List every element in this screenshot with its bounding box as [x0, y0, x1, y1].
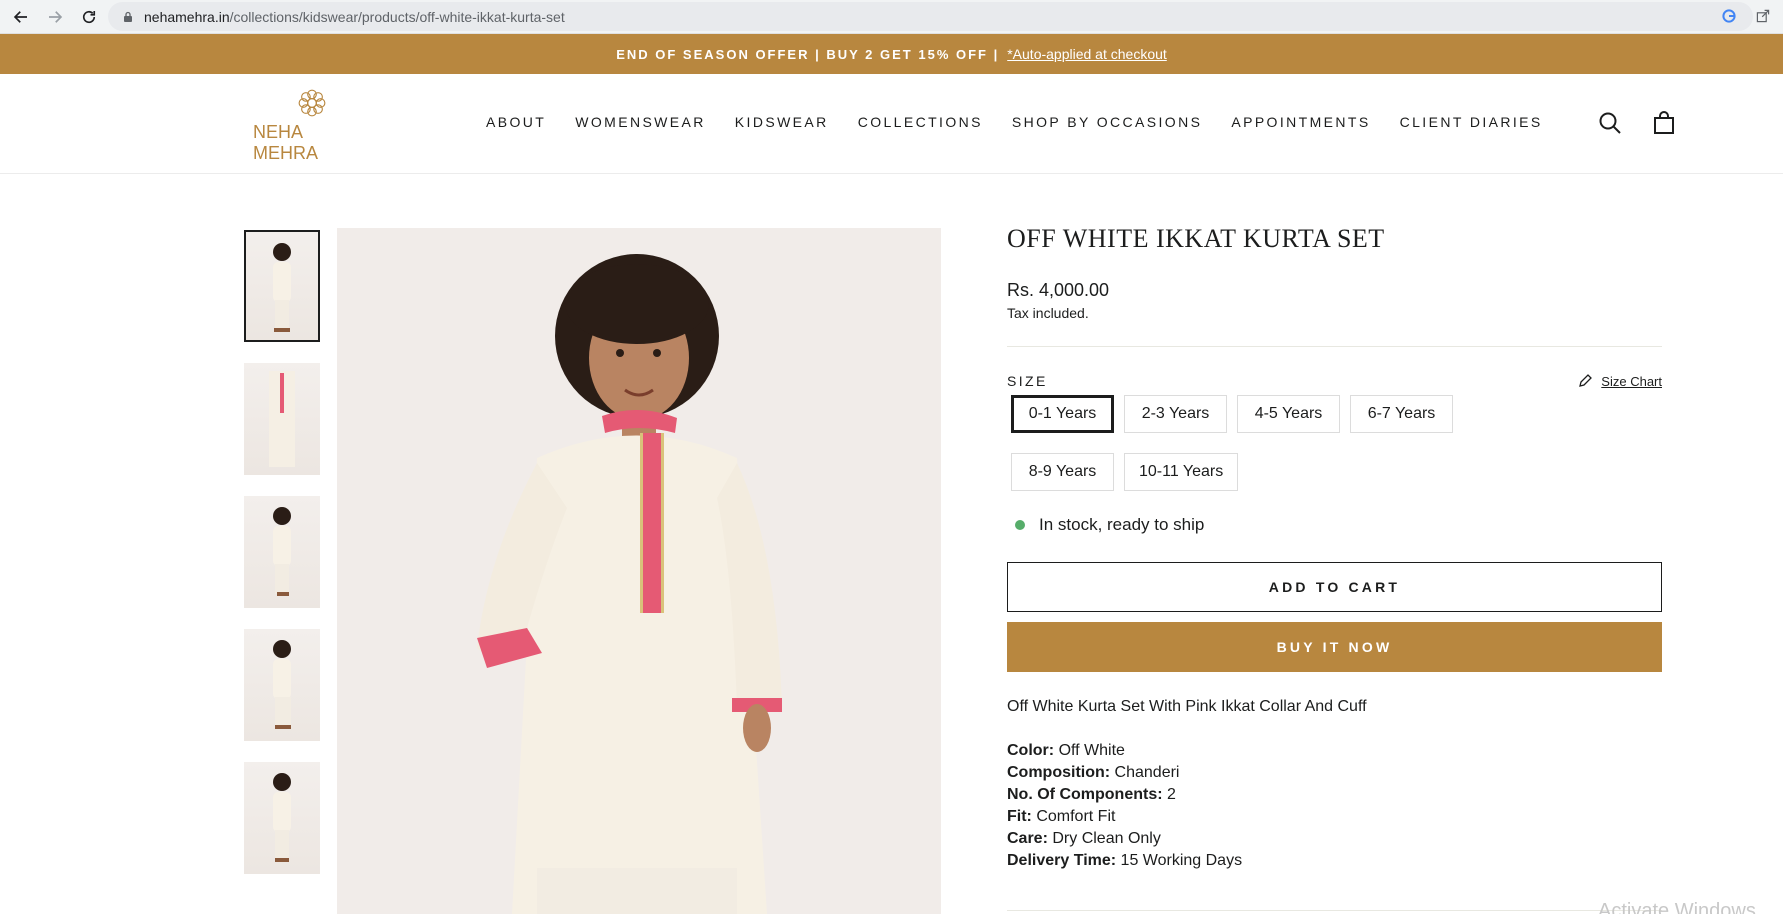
spec-label: Color: — [1007, 742, 1055, 759]
nav-womenswear[interactable]: WOMENSWEAR — [575, 114, 706, 130]
size-option-4-5[interactable]: 4-5 Years — [1237, 395, 1340, 433]
windows-watermark: Activate Windows — [1598, 900, 1756, 914]
nav-about[interactable]: ABOUT — [486, 114, 546, 130]
announcement-bar: END OF SEASON OFFER | BUY 2 GET 15% OFF … — [0, 34, 1783, 74]
thumbnail-5[interactable] — [244, 762, 320, 874]
product-description: Off White Kurta Set With Pink Ikkat Coll… — [1007, 698, 1367, 715]
stock-text: In stock, ready to ship — [1039, 515, 1205, 534]
cart-bag-icon[interactable] — [1652, 111, 1676, 135]
forward-icon[interactable] — [42, 4, 68, 30]
size-option-10-11[interactable]: 10-11 Years — [1124, 453, 1239, 491]
spec-label: Composition: — [1007, 764, 1111, 781]
url-text: nehamehra.in/collections/kidswear/produc… — [144, 9, 565, 25]
spec-row: Care: Dry Clean Only — [1007, 828, 1662, 850]
spec-value: Off White — [1058, 742, 1125, 759]
size-option-6-7[interactable]: 6-7 Years — [1350, 395, 1453, 433]
search-icon[interactable] — [1598, 111, 1622, 135]
nav-kidswear[interactable]: KIDSWEAR — [735, 114, 829, 130]
spec-row: Delivery Time: 15 Working Days — [1007, 850, 1662, 872]
google-icon[interactable] — [1719, 6, 1739, 26]
size-option-2-3[interactable]: 2-3 Years — [1124, 395, 1227, 433]
product-thumbnail-image — [273, 507, 291, 596]
product-info: OFF WHITE IKKAT KURTA SET Rs. 4,000.00 T… — [1007, 224, 1662, 872]
brand-logo[interactable]: NEHA MEHRA — [253, 88, 371, 164]
size-chart-label: Size Chart — [1601, 373, 1662, 389]
share-icon[interactable] — [1753, 6, 1773, 26]
product-thumbnail-image — [273, 243, 291, 332]
size-option-0-1[interactable]: 0-1 Years — [1011, 395, 1114, 433]
thumbnail-1[interactable] — [244, 230, 320, 342]
main-nav: ABOUT WOMENSWEAR KIDSWEAR COLLECTIONS SH… — [486, 114, 1572, 130]
stock-status: In stock, ready to ship — [1007, 515, 1662, 535]
product-thumbnail-image — [269, 371, 295, 467]
thumbnail-2[interactable] — [244, 363, 320, 475]
size-chart-link[interactable]: Size Chart — [1577, 373, 1662, 389]
spec-row: Color: Off White — [1007, 740, 1662, 762]
spec-row: Fit: Comfort Fit — [1007, 806, 1662, 828]
site-header: NEHA MEHRA ABOUT WOMENSWEAR KIDSWEAR COL… — [0, 74, 1783, 174]
address-bar[interactable]: nehamehra.in/collections/kidswear/produc… — [108, 2, 1753, 31]
lotus-logo-icon — [298, 89, 326, 117]
thumbnail-gallery — [244, 230, 320, 895]
url-domain: nehamehra.in — [144, 8, 230, 25]
stock-dot-icon — [1015, 520, 1025, 530]
spec-label: No. Of Components: — [1007, 786, 1163, 803]
pencil-icon — [1579, 374, 1593, 387]
browser-toolbar: nehamehra.in/collections/kidswear/produc… — [0, 0, 1783, 34]
spec-row: Composition: Chanderi — [1007, 762, 1662, 784]
add-to-cart-button[interactable]: ADD TO CART — [1007, 562, 1662, 612]
spec-label: Fit: — [1007, 808, 1032, 825]
divider-bottom — [1007, 910, 1662, 911]
product-thumbnail-image — [273, 640, 291, 729]
size-label: SIZE — [1007, 373, 1048, 389]
nav-collections[interactable]: COLLECTIONS — [858, 114, 983, 130]
thumbnail-3[interactable] — [244, 496, 320, 608]
spec-label: Delivery Time: — [1007, 852, 1117, 869]
lock-icon — [124, 11, 132, 22]
thumbnail-4[interactable] — [244, 629, 320, 741]
nav-appointments[interactable]: APPOINTMENTS — [1231, 114, 1370, 130]
product-title: OFF WHITE IKKAT KURTA SET — [1007, 224, 1385, 253]
spec-value: Chanderi — [1114, 764, 1180, 781]
product-price: Rs. 4,000.00 — [1007, 280, 1110, 300]
tax-note: Tax included. — [1007, 305, 1089, 321]
product-thumbnail-image — [273, 773, 291, 862]
spec-value: Dry Clean Only — [1052, 830, 1161, 847]
nav-client-diaries[interactable]: CLIENT DIARIES — [1400, 114, 1543, 130]
spec-value: Comfort Fit — [1036, 808, 1116, 825]
url-path: /collections/kidswear/products/off-white… — [229, 8, 565, 25]
main-product-image[interactable] — [337, 228, 941, 914]
spec-row: No. Of Components: 2 — [1007, 784, 1662, 806]
size-option-8-9[interactable]: 8-9 Years — [1011, 453, 1114, 491]
spec-label: Care: — [1007, 830, 1048, 847]
buy-now-button[interactable]: BUY IT NOW — [1007, 622, 1662, 672]
nav-shop-by-occasions[interactable]: SHOP BY OCCASIONS — [1012, 114, 1202, 130]
size-options: 0-1 Years 2-3 Years 4-5 Years 6-7 Years … — [1007, 391, 1567, 507]
spec-value: 2 — [1167, 786, 1176, 803]
product-specs: Color: Off White Composition: Chanderi N… — [1007, 740, 1662, 872]
divider — [1007, 346, 1662, 347]
spec-value: 15 Working Days — [1120, 852, 1243, 869]
logo-text: NEHA MEHRA — [253, 122, 319, 163]
announcement-link[interactable]: *Auto-applied at checkout — [1007, 46, 1167, 62]
reload-icon[interactable] — [76, 4, 102, 30]
announcement-text: END OF SEASON OFFER | BUY 2 GET 15% OFF … — [616, 46, 1000, 62]
back-icon[interactable] — [8, 4, 34, 30]
product-photo — [337, 228, 941, 914]
